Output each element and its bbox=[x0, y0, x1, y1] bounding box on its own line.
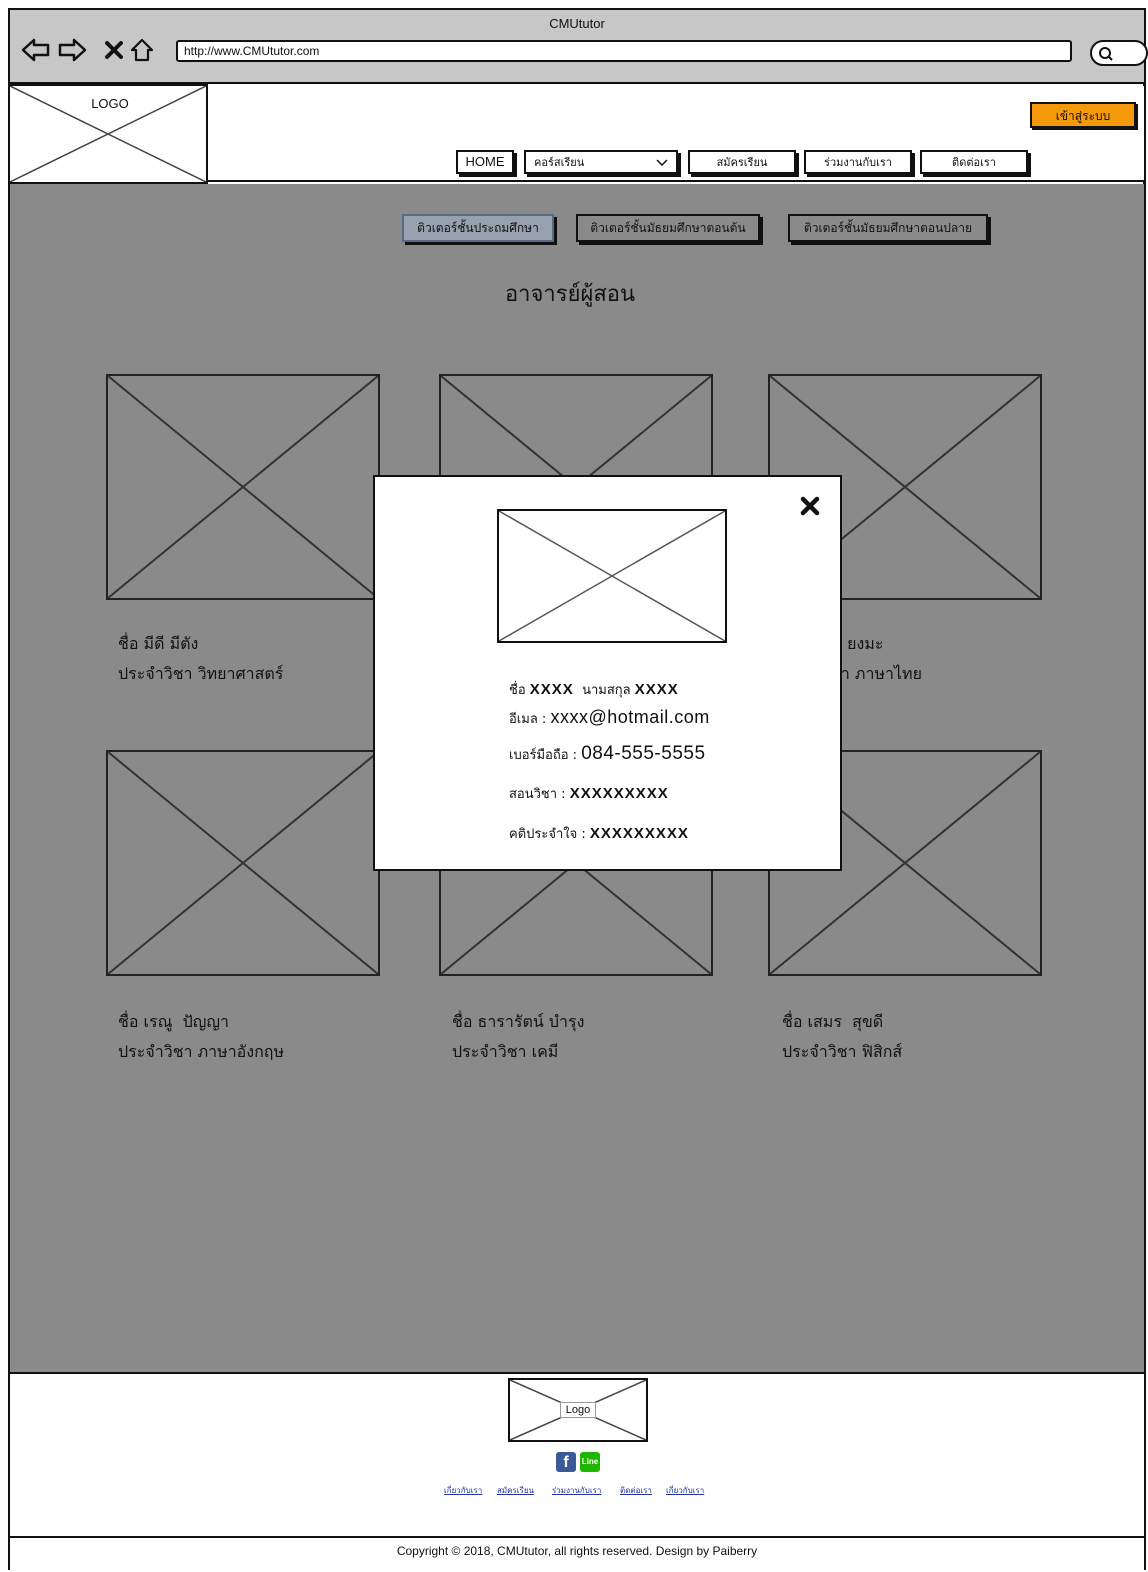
nav-contact-button[interactable]: ติดต่อเรา bbox=[920, 150, 1028, 174]
motto-value: XXXXXXXXX bbox=[589, 825, 689, 842]
first-name-value: XXXX bbox=[529, 681, 574, 698]
phone-row: เบอร์มือถือ : 084-555-5555 bbox=[509, 743, 706, 765]
last-name-value: XXXX bbox=[634, 681, 679, 698]
nav-courses-dropdown[interactable]: คอร์สเรียน bbox=[524, 150, 678, 174]
copyright-text: Copyright © 2018, CMUtutor, all rights r… bbox=[396, 1544, 758, 1558]
close-icon[interactable] bbox=[799, 495, 821, 517]
subject-value: XXXXXXXXX bbox=[569, 785, 669, 802]
teacher-subject: ประจำวิชา เคมี bbox=[452, 1042, 559, 1061]
url-bar[interactable]: http://www.CMUtutor.com bbox=[176, 40, 1072, 62]
footer-link-contact[interactable]: ติดต่อเรา bbox=[620, 1484, 652, 1497]
teacher-photo[interactable] bbox=[106, 374, 380, 600]
email-value: xxxx@hotmail.com bbox=[550, 707, 710, 727]
name-row: ชื่อ XXXX นามสกุล XXXX bbox=[509, 679, 679, 700]
teacher-name: ชื่อ เสมร สุขดี bbox=[782, 1012, 884, 1031]
teacher-subject: ชา ภาษาไทย bbox=[830, 664, 922, 683]
teacher-name: ชื่อ มีดี มีตัง bbox=[118, 634, 199, 653]
phone-label: เบอร์มือถือ : bbox=[509, 748, 578, 763]
teacher-subject: ประจำวิชา ภาษาอังกฤษ bbox=[118, 1042, 285, 1061]
subject-label: สอนวิชา : bbox=[509, 787, 566, 802]
browser-toolbar: CMUtutor http://www.CMUtutor.com bbox=[10, 10, 1148, 84]
footer-link-join[interactable]: ร่วมงานกับเรา bbox=[552, 1484, 601, 1497]
footer-link-register[interactable]: สมัครเรียน bbox=[497, 1484, 534, 1497]
copyright-bar: Copyright © 2018, CMUtutor, all rights r… bbox=[10, 1536, 1144, 1572]
forward-arrow-icon[interactable] bbox=[56, 34, 88, 66]
email-label: อีเมล : bbox=[509, 712, 547, 727]
motto-label: คติประจำใจ : bbox=[509, 827, 586, 842]
subject-row: สอนวิชา : XXXXXXXXX bbox=[509, 783, 669, 804]
nav-register-button[interactable]: สมัครเรียน bbox=[688, 150, 796, 174]
footer-logo-text: Logo bbox=[560, 1402, 596, 1418]
chevron-down-icon bbox=[656, 159, 668, 167]
footer-link-about-2[interactable]: เกี่ยวกับเรา bbox=[666, 1484, 704, 1497]
line-icon[interactable]: Line bbox=[580, 1452, 600, 1472]
teacher-name: ชื่อ ธารารัตน์ บำรุง bbox=[452, 1012, 585, 1031]
home-icon[interactable] bbox=[126, 34, 158, 66]
section-title: อาจารย์ผู้สอน bbox=[504, 282, 636, 307]
motto-row: คติประจำใจ : XXXXXXXXX bbox=[509, 823, 689, 844]
footer-link-about[interactable]: เกี่ยวกับเรา bbox=[444, 1484, 482, 1497]
nav-home-button[interactable]: HOME bbox=[456, 150, 514, 174]
tab-primary[interactable]: ติวเตอร์ชั้นประถมศึกษา bbox=[402, 214, 554, 242]
phone-value: 084-555-5555 bbox=[581, 743, 706, 764]
tab-upper-secondary[interactable]: ติวเตอร์ชั้นมัธยมศึกษาตอนปลาย bbox=[788, 214, 988, 242]
logo-text: LOGO bbox=[91, 96, 129, 111]
back-arrow-icon[interactable] bbox=[20, 34, 52, 66]
nav-courses-label: คอร์สเรียน bbox=[534, 156, 585, 169]
browser-search-box[interactable] bbox=[1090, 40, 1148, 66]
teacher-detail-modal: ชื่อ XXXX นามสกุล XXXX อีเมล : xxxx@hotm… bbox=[373, 475, 842, 871]
login-button[interactable]: เข้าสู่ระบบ bbox=[1030, 102, 1136, 128]
teacher-photo[interactable] bbox=[106, 750, 380, 976]
window-title: CMUtutor bbox=[549, 16, 605, 31]
search-icon bbox=[1099, 47, 1113, 61]
tab-lower-secondary[interactable]: ติวเตอร์ชั้นมัธยมศึกษาตอนต้น bbox=[576, 214, 760, 242]
facebook-icon[interactable]: f bbox=[556, 1452, 576, 1472]
teacher-subject: ประจำวิชา วิทยาศาสตร์ bbox=[118, 664, 284, 683]
email-row: อีเมล : xxxx@hotmail.com bbox=[509, 707, 710, 729]
nav-join-button[interactable]: ร่วมงานกับเรา bbox=[804, 150, 912, 174]
teacher-subject: ประจำวิชา ฟิสิกส์ bbox=[782, 1042, 903, 1061]
footer-logo[interactable]: Logo bbox=[508, 1378, 648, 1442]
site-logo[interactable]: LOGO bbox=[8, 84, 208, 184]
first-name-label: ชื่อ bbox=[509, 683, 526, 698]
last-name-label: นามสกุล bbox=[582, 683, 631, 698]
teacher-name: ชื่อ เรณู ปัญญา bbox=[118, 1012, 230, 1031]
teacher-photo-large bbox=[497, 509, 727, 643]
